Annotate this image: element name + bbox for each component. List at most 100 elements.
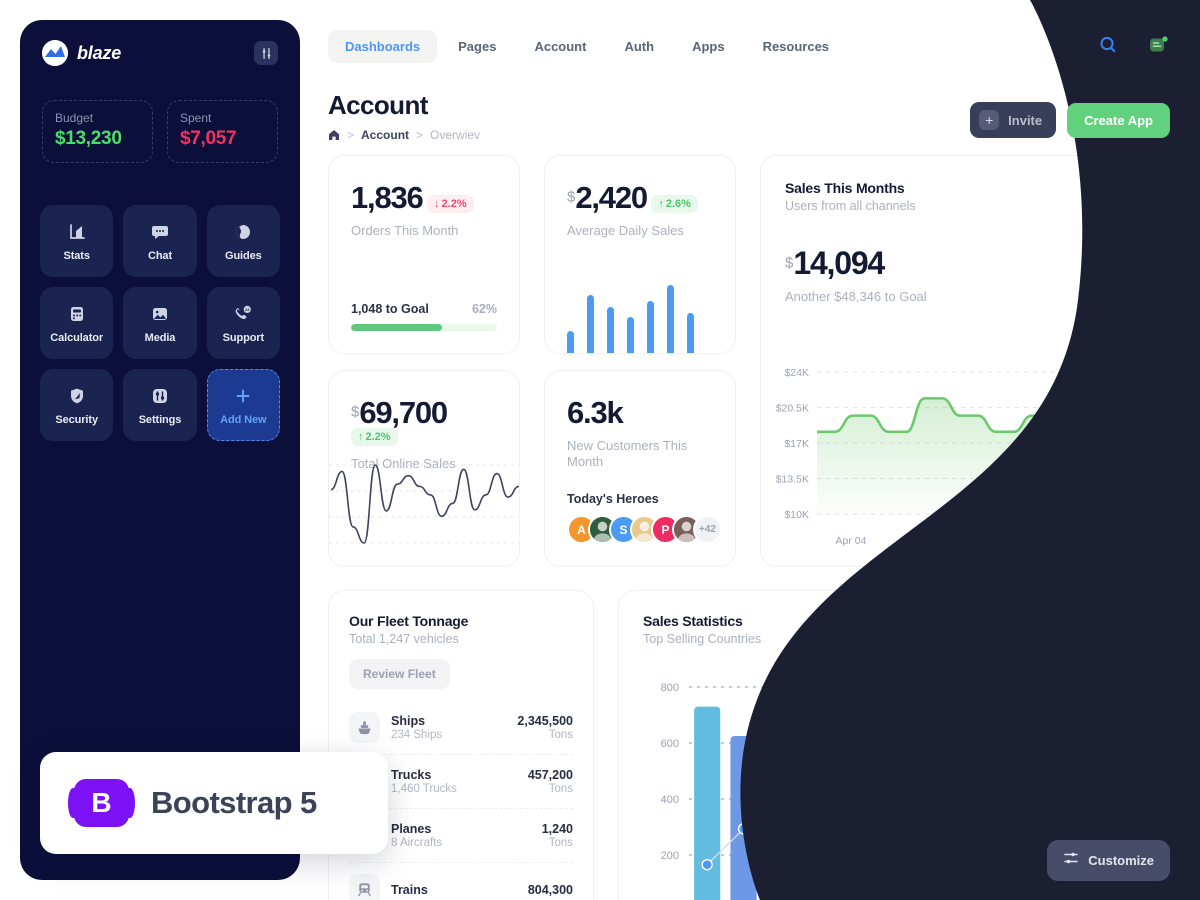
fleet-row[interactable]: Ships 234 Ships 2,345,500 Tons xyxy=(349,701,573,754)
sparkbar-3 xyxy=(627,317,634,353)
orders-progress-track xyxy=(351,324,497,331)
average-change-badge: ↑ 2.6% xyxy=(651,194,698,213)
sliders-horizontal-icon xyxy=(1063,850,1079,871)
tab-auth[interactable]: Auth xyxy=(607,30,671,63)
orders-goal-text: 1,048 to Goal xyxy=(351,302,429,316)
tab-pages[interactable]: Pages xyxy=(441,30,513,63)
search-icon[interactable] xyxy=(1096,33,1120,57)
page-header: Account > Account > Overwiev xyxy=(328,90,480,142)
sparkbar-4 xyxy=(647,301,654,353)
arrow-up-icon: ↑ xyxy=(658,197,664,210)
sidebar-item-chat[interactable]: Chat xyxy=(123,205,197,277)
arrow-down-icon: ↓ xyxy=(434,197,440,210)
image-icon xyxy=(149,303,171,325)
todays-heroes-title: Today's Heroes xyxy=(567,492,659,506)
customize-button[interactable]: Customize xyxy=(1047,840,1170,881)
top-icon-bar xyxy=(1096,33,1170,57)
area-xtick: Apr 07 xyxy=(918,535,949,547)
pareto-bar xyxy=(948,856,975,900)
message-notification-icon[interactable] xyxy=(1146,33,1170,57)
sidebar-item-settings-label: Settings xyxy=(138,413,182,426)
sidebar-item-add-new[interactable]: Add New xyxy=(206,369,280,441)
arrow-up-icon: ↑ xyxy=(358,431,364,443)
pareto-ytick: 600 xyxy=(661,738,679,750)
sidebar-item-settings[interactable]: Settings xyxy=(123,369,197,441)
pareto-bar xyxy=(839,820,866,900)
online-value: 69,700 xyxy=(359,395,448,430)
fleet-row-subtitle: 8 Aircrafts xyxy=(391,837,443,849)
area-ytick: $10K xyxy=(784,509,809,521)
sidebar-item-guides[interactable]: Guides xyxy=(206,205,280,277)
area-xtick: Apr 04 xyxy=(836,535,867,547)
pareto-bar xyxy=(985,864,1012,900)
pareto-y2tick: 40% xyxy=(1135,810,1157,822)
fleet-row[interactable]: Trains 804,300 xyxy=(349,862,573,900)
pareto-point xyxy=(810,760,822,772)
sidebar-item-media[interactable]: Media xyxy=(123,287,197,359)
fleet-subtitle: Total 1,247 vehicles xyxy=(349,632,459,646)
sparkbar-1 xyxy=(587,295,594,353)
area-xtick: Apr 13 xyxy=(1082,535,1113,547)
statistics-title: Sales Statistics xyxy=(643,613,743,629)
ellipsis-icon[interactable]: ••• xyxy=(1125,176,1149,200)
sparkbar-5 xyxy=(667,285,674,353)
tab-apps[interactable]: Apps xyxy=(675,30,742,63)
brand[interactable]: blaze xyxy=(42,40,121,66)
fleet-row-subtitle: 234 Ships xyxy=(391,729,443,741)
breadcrumb-link-account[interactable]: Account xyxy=(361,128,409,142)
sidebar-item-security-label: Security xyxy=(55,413,98,426)
fleet-row-value: 457,200 xyxy=(527,768,573,782)
ellipsis-icon[interactable]: ••• xyxy=(1125,611,1149,635)
orders-label: Orders This Month xyxy=(351,223,459,238)
bootstrap-logo-icon: B xyxy=(68,779,135,827)
invite-button[interactable]: + Invite xyxy=(970,102,1057,138)
pareto-y2tick: 100% xyxy=(1135,676,1163,688)
pareto-bar xyxy=(694,706,721,900)
area-xtick: Apr 10 xyxy=(1000,535,1031,547)
sidebar-item-security[interactable]: Security xyxy=(40,369,114,441)
tab-resources[interactable]: Resources xyxy=(746,30,846,63)
sliders-icon xyxy=(149,385,171,407)
statistics-subtitle: Top Selling Countries xyxy=(643,632,762,646)
create-app-button[interactable]: Create App xyxy=(1067,102,1170,138)
plus-icon xyxy=(232,385,254,407)
header-actions: + Invite Create App xyxy=(970,102,1170,138)
sales-month-subtitle: Users from all channels xyxy=(785,199,916,213)
fleet-row-value: 2,345,500 xyxy=(517,714,573,728)
sidebar-item-stats[interactable]: Stats xyxy=(40,205,114,277)
orders-value: 1,836 xyxy=(351,180,424,215)
card-new-customers: 6.3k New Customers This Month Today's He… xyxy=(544,370,736,567)
home-icon[interactable] xyxy=(328,129,340,141)
fleet-row-value: 804,300 xyxy=(527,882,573,897)
tab-account[interactable]: Account xyxy=(517,30,603,63)
sales-month-title: Sales This Months xyxy=(785,180,905,196)
fleet-row-name: Ships xyxy=(391,714,426,728)
online-change-badge: ↑ 2.2% xyxy=(351,428,398,446)
tab-dashboards[interactable]: Dashboards xyxy=(328,30,438,63)
sliders-icon[interactable] xyxy=(254,41,278,65)
kpi-spent-label: Spent xyxy=(180,111,212,125)
fleet-row-unit: Tons xyxy=(548,729,573,741)
sidebar-kpis: Budget $13,230 Spent $7,057 xyxy=(20,66,300,163)
pareto-point xyxy=(846,742,859,754)
card-average-daily-sales: $2,420 ↑ 2.6% Average Daily Sales xyxy=(544,155,736,354)
fleet-row-name: Planes xyxy=(391,822,432,836)
bar-chart-icon xyxy=(66,221,88,243)
sales-this-months-chart: $24K $20.5K $17K $13.5K $10K Apr 04 Apr 07 Apr … xyxy=(776,367,1169,547)
sidebar-item-support[interactable]: 24 Support xyxy=(206,287,280,359)
pareto-point xyxy=(992,697,1004,710)
sidebar-item-calculator[interactable]: Calculator xyxy=(40,287,114,359)
top-navigation: Dashboards Pages Account Auth Apps Resou… xyxy=(328,30,846,63)
calculator-icon xyxy=(66,303,88,325)
ship-icon xyxy=(349,712,380,743)
review-fleet-button[interactable]: Review Fleet xyxy=(349,659,450,689)
pareto-ytick: 400 xyxy=(661,794,679,806)
kpi-budget-label: Budget xyxy=(55,111,94,125)
pareto-bar xyxy=(766,743,793,900)
pareto-point xyxy=(774,789,786,801)
breadcrumb-separator-2: > xyxy=(416,128,424,142)
avatar-more-count[interactable]: +42 xyxy=(693,515,722,544)
breadcrumb-separator-1: > xyxy=(347,128,355,142)
sidebar-item-guides-label: Guides xyxy=(224,249,262,262)
svg-text:24: 24 xyxy=(245,307,250,312)
